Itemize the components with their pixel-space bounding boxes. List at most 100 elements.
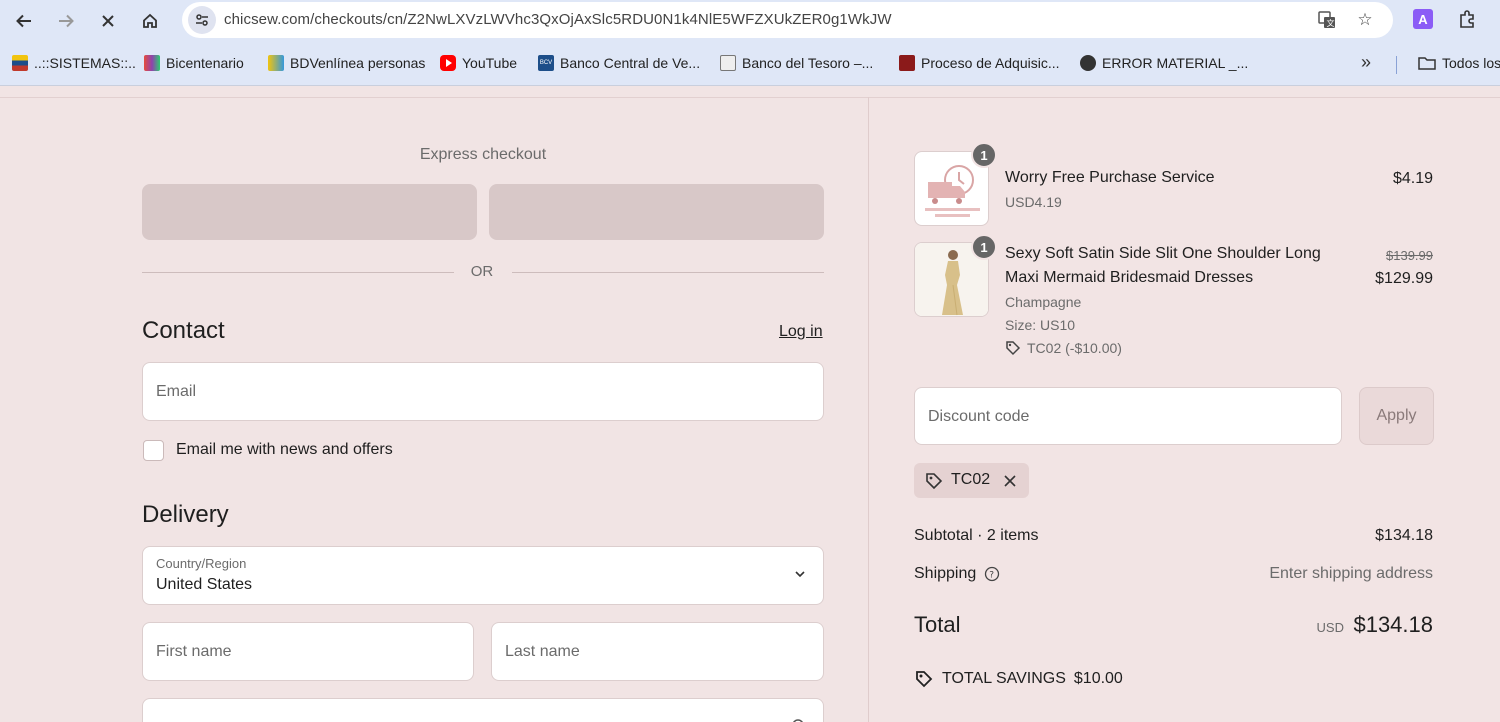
item-discount: TC02 (-$10.00) (1005, 340, 1122, 356)
express-pay-button-2[interactable] (489, 184, 824, 240)
or-divider-left (142, 272, 454, 273)
express-pay-button-1[interactable] (142, 184, 477, 240)
bookmark-label: ..::SISTEMAS::.. (34, 55, 136, 71)
applied-discount-chip: TC02 (914, 463, 1029, 498)
item-original-price: $139.99 (1386, 248, 1433, 263)
bookmark-tesoro[interactable]: Banco del Tesoro –... (720, 52, 873, 74)
email-placeholder: Email (156, 383, 197, 400)
bookmarks-bar: ..::SISTEMAS::.. Bicentenario BDVenlínea… (0, 42, 1500, 86)
search-icon (793, 719, 803, 722)
last-name-placeholder: Last name (505, 643, 580, 660)
total-label: Total (914, 612, 961, 637)
quantity-badge: 1 (971, 234, 997, 260)
bookmark-error-material[interactable]: ERROR MATERIAL _... (1080, 52, 1248, 74)
bookmark-bcv[interactable]: BCV Banco Central de Ve... (538, 52, 700, 74)
subtotal-value: $134.18 (1375, 527, 1433, 544)
discount-code-field[interactable]: Discount code (914, 387, 1342, 445)
shipping-row: Shipping ? (914, 565, 1000, 583)
item-name-line-2: Maxi Mermaid Bridesmaid Dresses (1005, 269, 1254, 286)
subtotal-label: Subtotal · 2 items (914, 527, 1039, 544)
url-text[interactable]: chicsew.com/checkouts/cn/Z2NwLXVzLWVhc3Q… (224, 11, 892, 28)
address-field[interactable] (142, 698, 824, 722)
express-checkout-title: Express checkout (419, 146, 547, 163)
apply-discount-button[interactable]: Apply (1359, 387, 1434, 445)
address-bar[interactable]: chicsew.com/checkouts/cn/Z2NwLXVzLWVhc3Q… (182, 2, 1393, 38)
all-bookmarks-folder[interactable]: Todos los (1418, 52, 1500, 74)
bicentenario-icon (144, 55, 160, 71)
bookmark-youtube[interactable]: YouTube (440, 52, 517, 74)
tesoro-icon (720, 55, 736, 71)
bookmark-label: YouTube (462, 55, 518, 71)
chevron-down-icon (795, 571, 805, 578)
item-discount-text: TC02 (-$10.00) (1027, 340, 1122, 356)
country-select[interactable]: Country/Region United States (142, 546, 824, 605)
forward-icon[interactable] (52, 7, 80, 35)
bookmark-label: Proceso de Adquisic... (921, 55, 1060, 71)
login-link[interactable]: Log in (779, 323, 823, 341)
browser-toolbar: chicsew.com/checkouts/cn/Z2NwLXVzLWVhc3Q… (0, 0, 1500, 42)
bookmark-label: ERROR MATERIAL _... (1102, 55, 1249, 71)
item-price: $4.19 (1392, 170, 1433, 187)
bdv-icon (268, 55, 284, 71)
flag-icon (12, 55, 28, 71)
or-divider-right (512, 272, 824, 273)
tag-icon (926, 473, 943, 490)
svg-text:文: 文 (1327, 18, 1335, 28)
discount-code-placeholder: Discount code (928, 408, 1030, 425)
bcv-icon: BCV (538, 55, 554, 71)
svg-text:?: ? (989, 571, 994, 581)
item-name-line-1: Sexy Soft Satin Side Slit One Shoulder L… (1005, 245, 1321, 262)
contact-heading: Contact (142, 317, 225, 344)
back-icon[interactable] (10, 7, 38, 35)
bookmark-bicentenario[interactable]: Bicentenario (144, 52, 244, 74)
item-price: $129.99 (1375, 270, 1433, 287)
first-name-field[interactable]: First name (142, 622, 474, 681)
bookmark-sistemas[interactable]: ..::SISTEMAS::.. (12, 52, 136, 74)
item-color: Champagne (1005, 294, 1082, 310)
email-field[interactable]: Email (142, 362, 824, 421)
total-value: $134.18 (1353, 612, 1433, 637)
site-info-icon[interactable] (188, 6, 216, 34)
translate-icon[interactable]: 文 (1316, 9, 1338, 31)
or-separator-text: OR (470, 263, 494, 280)
country-value: United States (156, 576, 253, 593)
bookmark-star-icon[interactable]: ☆ (1354, 9, 1376, 31)
bookmark-label: BDVenlínea personas (290, 55, 426, 71)
close-icon[interactable] (1003, 474, 1017, 488)
column-divider (868, 97, 869, 722)
stop-loading-icon[interactable] (94, 7, 122, 35)
profile-avatar[interactable]: A (1413, 9, 1433, 29)
bookmark-adquisicion[interactable]: Proceso de Adquisic... (899, 52, 1060, 74)
youtube-icon (440, 55, 456, 71)
item-subtitle: USD4.19 (1005, 194, 1062, 210)
first-name-placeholder: First name (156, 643, 232, 660)
country-label: Country/Region (156, 556, 247, 571)
newsletter-checkbox[interactable] (143, 440, 164, 461)
delivery-heading: Delivery (142, 501, 229, 528)
shipping-value: Enter shipping address (1269, 565, 1433, 582)
applied-discount-code: TC02 (951, 471, 991, 488)
shipping-label: Shipping (914, 565, 977, 582)
bookmark-bdv[interactable]: BDVenlínea personas (268, 52, 425, 74)
globe-icon (1080, 55, 1096, 71)
home-icon[interactable] (136, 7, 164, 35)
adquisicion-icon (899, 55, 915, 71)
savings-tag-icon (916, 671, 933, 688)
last-name-field[interactable]: Last name (491, 622, 824, 681)
extensions-icon[interactable] (1456, 8, 1478, 30)
quantity-badge: 1 (971, 142, 997, 168)
bookmarks-separator (1396, 56, 1397, 74)
item-size: Size: US10 (1005, 317, 1076, 333)
bookmark-label: Bicentenario (166, 55, 244, 71)
total-currency: USD (1316, 620, 1344, 635)
item-name: Worry Free Purchase Service (1005, 169, 1215, 186)
total-savings: TOTAL SAVINGS $10.00 (914, 669, 1123, 689)
newsletter-label[interactable]: Email me with news and offers (176, 441, 393, 459)
help-icon[interactable]: ? (984, 566, 1000, 582)
bookmark-label: Banco Central de Ve... (560, 55, 701, 71)
savings-value: $10.00 (1073, 670, 1123, 687)
tag-icon (1006, 341, 1021, 356)
bookmark-label: Todos los (1442, 55, 1500, 71)
more-bookmarks-button[interactable]: » (1361, 52, 1371, 73)
folder-icon (1418, 57, 1436, 70)
